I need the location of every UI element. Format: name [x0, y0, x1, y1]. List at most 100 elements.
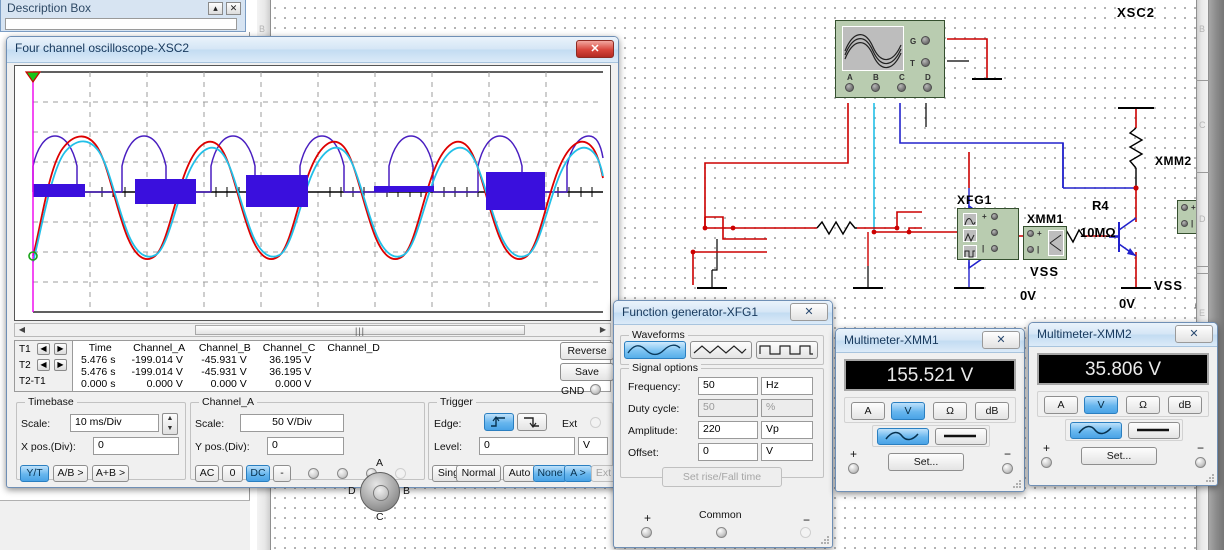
oscilloscope-window[interactable]: Four channel oscilloscope-XSC2 ✕ ◀ ||| ▶…: [6, 36, 619, 523]
function-generator-titlebar[interactable]: Function generator-XFG1 ✕: [614, 301, 832, 325]
oscilloscope-titlebar[interactable]: Four channel oscilloscope-XSC2 ✕: [7, 37, 618, 63]
oscilloscope-hscrollbar[interactable]: ◀ ||| ▶: [14, 323, 611, 337]
multimeter-xmm2-titlebar[interactable]: Multimeter-XMM2 ✕: [1029, 323, 1217, 347]
xmm1-mode-current-button[interactable]: A: [851, 402, 885, 420]
xmm1-resize-grip[interactable]: [1012, 480, 1021, 489]
xmm2-terminal-plus[interactable]: [1181, 204, 1188, 211]
multimeter-xmm2-window[interactable]: Multimeter-XMM2 ✕ 35.806 V A V Ω dB Set.…: [1028, 322, 1218, 486]
xmm2-resize-grip[interactable]: [1205, 474, 1214, 483]
xmm1-mode-resistance-button[interactable]: Ω: [933, 402, 967, 420]
timebase-scale-input[interactable]: 10 ms/Div: [70, 414, 159, 432]
timebase-mode-apb-button[interactable]: A+B >: [92, 465, 129, 482]
xmm2-mode-voltage-button[interactable]: V: [1084, 396, 1118, 414]
function-generator-window[interactable]: Function generator-XFG1 ✕ Waveforms Sign…: [613, 300, 833, 548]
timebase-spin-down-icon[interactable]: ▼: [163, 424, 177, 434]
t1-left-arrow-button[interactable]: ◀: [37, 343, 50, 355]
xmm2-mode-current-button[interactable]: A: [1044, 396, 1078, 414]
instrument-xmm1[interactable]: + |: [1023, 226, 1067, 260]
xmm2-terminal-plus[interactable]: [1041, 457, 1052, 468]
waveform-triangle-button[interactable]: [690, 341, 752, 359]
channel-radio-1[interactable]: [308, 468, 319, 479]
trigger-mode-auto-button[interactable]: Auto: [503, 465, 536, 482]
timebase-scale-spinner[interactable]: ▲ ▼: [162, 413, 178, 435]
xsc2-terminal-c[interactable]: [897, 83, 906, 92]
xsc2-terminal-a[interactable]: [845, 83, 854, 92]
t2-left-arrow-button[interactable]: ◀: [37, 359, 50, 371]
duty-cycle-input[interactable]: 50: [698, 399, 758, 417]
trigger-mode-none-button[interactable]: None: [533, 465, 567, 482]
channel-a-ypos-input[interactable]: 0: [267, 437, 344, 455]
channel-radio-4[interactable]: [395, 468, 406, 479]
save-button[interactable]: Save: [560, 363, 614, 381]
gnd-terminal-icon[interactable]: [590, 384, 601, 395]
oscilloscope-screen[interactable]: [14, 65, 611, 321]
xmm1-terminal-plus[interactable]: [1027, 230, 1034, 237]
fgen-resize-grip[interactable]: [820, 536, 829, 545]
xsc2-terminal-b[interactable]: [871, 83, 880, 92]
frequency-input[interactable]: 50: [698, 377, 758, 395]
channel-a-coupling-minus-button[interactable]: -: [273, 465, 291, 482]
fgen-terminal-plus[interactable]: [641, 527, 652, 538]
instrument-xfg1[interactable]: + |: [957, 208, 1019, 260]
timebase-mode-ab-button[interactable]: A/B >: [53, 465, 88, 482]
xmm1-mode-decibel-button[interactable]: dB: [975, 402, 1009, 420]
trigger-ext-radio[interactable]: [590, 417, 601, 428]
xsc2-terminal-g[interactable]: [921, 36, 930, 45]
trigger-level-input[interactable]: 0: [479, 437, 575, 455]
frequency-unit[interactable]: Hz: [761, 377, 813, 395]
amplitude-input[interactable]: 220: [698, 421, 758, 439]
xfg1-terminal-plus[interactable]: [991, 213, 998, 220]
trigger-level-unit[interactable]: V: [578, 437, 608, 455]
trigger-mode-normal-button[interactable]: Normal: [456, 465, 501, 482]
offset-unit[interactable]: V: [761, 443, 813, 461]
fgen-terminal-minus[interactable]: [800, 527, 811, 538]
function-generator-close-button[interactable]: ✕: [790, 303, 828, 321]
description-box-minimize-button[interactable]: ▴: [208, 2, 223, 15]
xmm1-terminal-minus[interactable]: [1002, 463, 1013, 474]
xmm1-mode-voltage-button[interactable]: V: [891, 402, 925, 420]
trigger-rising-edge-button[interactable]: [484, 413, 514, 431]
amplitude-unit[interactable]: Vp: [761, 421, 813, 439]
xmm1-terminal-minus[interactable]: [1027, 246, 1034, 253]
xfg1-terminal-common[interactable]: [991, 229, 998, 236]
xsc2-terminal-t[interactable]: [921, 58, 930, 67]
xmm1-set-button[interactable]: Set...: [888, 453, 964, 471]
multimeter-xmm1-window[interactable]: Multimeter-XMM1 ✕ 155.521 V A V Ω dB Set…: [835, 328, 1025, 492]
set-rise-fall-time-button[interactable]: Set rise/Fall time: [662, 467, 782, 487]
hscroll-left-arrow-icon[interactable]: ◀: [16, 325, 28, 335]
xmm1-ac-button[interactable]: [877, 428, 929, 445]
description-box-close-button[interactable]: ✕: [226, 2, 241, 15]
t2-right-arrow-button[interactable]: ▶: [54, 359, 67, 371]
description-box-window[interactable]: Description Box ▴ ✕: [0, 0, 246, 32]
timebase-mode-yt-button[interactable]: Y/T: [20, 465, 49, 482]
xsc2-terminal-d[interactable]: [923, 83, 932, 92]
waveform-square-button[interactable]: [756, 341, 818, 359]
offset-input[interactable]: 0: [698, 443, 758, 461]
channel-a-coupling-ac-button[interactable]: AC: [195, 465, 219, 482]
xmm2-terminal-minus[interactable]: [1181, 220, 1188, 227]
instrument-xsc2[interactable]: G T A B C D: [835, 20, 945, 98]
timebase-xpos-input[interactable]: 0: [93, 437, 179, 455]
waveform-sine-button[interactable]: [624, 341, 686, 359]
xmm1-terminal-plus[interactable]: [848, 463, 859, 474]
xmm2-mode-resistance-button[interactable]: Ω: [1126, 396, 1160, 414]
multimeter-xmm2-close-button[interactable]: ✕: [1175, 325, 1213, 343]
trigger-falling-edge-button[interactable]: [517, 413, 547, 431]
trigger-mode-a-button[interactable]: A >: [564, 465, 592, 482]
hscroll-right-arrow-icon[interactable]: ▶: [597, 325, 609, 335]
channel-a-coupling-dc-button[interactable]: DC: [246, 465, 270, 482]
timebase-spin-up-icon[interactable]: ▲: [163, 414, 177, 424]
hscroll-thumb[interactable]: |||: [195, 325, 525, 336]
reverse-button[interactable]: Reverse: [560, 342, 614, 360]
description-box-text-field[interactable]: [5, 18, 237, 30]
multimeter-xmm1-close-button[interactable]: ✕: [982, 331, 1020, 349]
t1-right-arrow-button[interactable]: ▶: [54, 343, 67, 355]
xmm2-set-button[interactable]: Set...: [1081, 447, 1157, 465]
channel-a-coupling-zero-button[interactable]: 0: [222, 465, 243, 482]
xmm2-ac-button[interactable]: [1070, 422, 1122, 439]
multimeter-xmm1-titlebar[interactable]: Multimeter-XMM1 ✕: [836, 329, 1024, 353]
xmm2-terminal-minus[interactable]: [1195, 457, 1206, 468]
xmm2-mode-decibel-button[interactable]: dB: [1168, 396, 1202, 414]
xmm1-dc-button[interactable]: [935, 428, 987, 445]
oscilloscope-close-button[interactable]: ✕: [576, 40, 614, 58]
